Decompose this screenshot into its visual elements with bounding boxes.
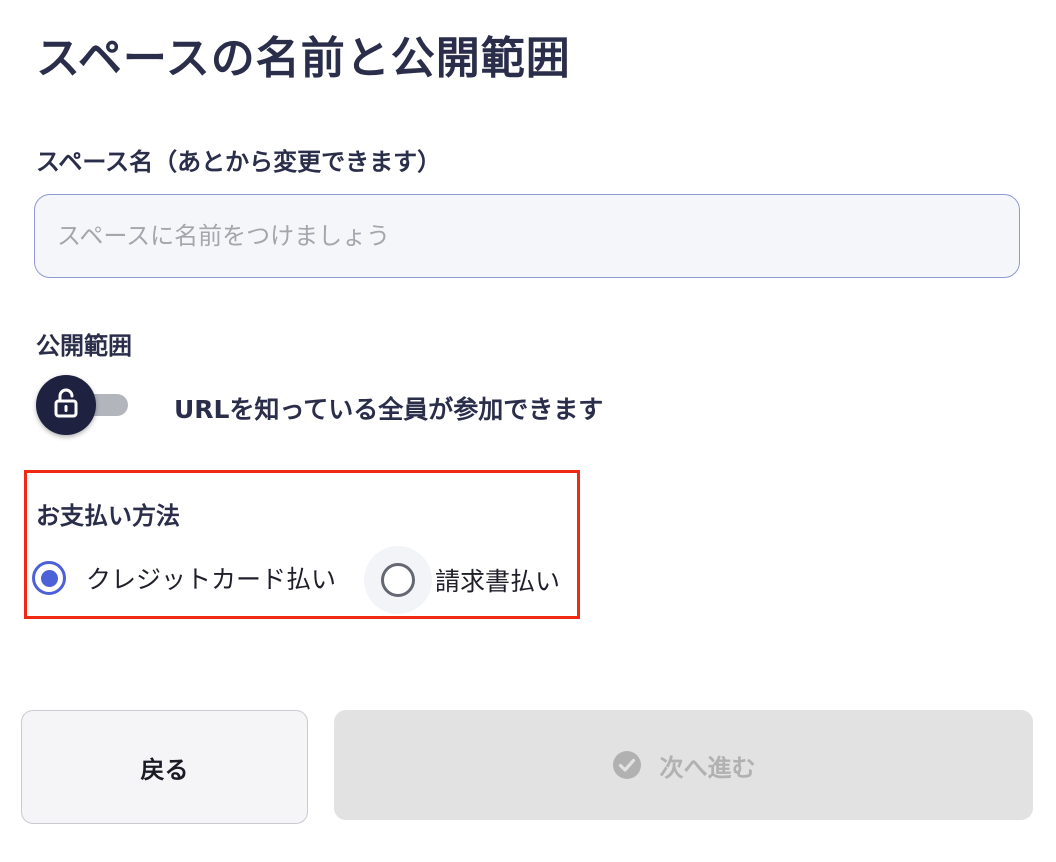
- radio-button-credit-card[interactable]: [32, 561, 66, 595]
- radio-option-invoice[interactable]: 請求書払い: [364, 546, 560, 614]
- page-title: スペースの名前と公開範囲: [36, 33, 571, 84]
- check-circle-icon: [612, 750, 642, 780]
- next-button-label: 次へ進む: [659, 753, 756, 782]
- radio-option-credit-card[interactable]: クレジットカード払い: [32, 560, 336, 596]
- toggle-knob[interactable]: [36, 375, 96, 435]
- next-button[interactable]: 次へ進む: [334, 710, 1033, 820]
- unlocked-padlock-icon: [53, 388, 79, 422]
- space-name-input[interactable]: [34, 194, 1020, 278]
- radio-hover-halo: [364, 546, 432, 614]
- radio-label-credit-card[interactable]: クレジットカード払い: [86, 560, 336, 596]
- back-button[interactable]: 戻る: [21, 710, 308, 824]
- visibility-label: 公開範囲: [36, 332, 132, 360]
- space-name-label: スペース名（あとから変更できます）: [36, 148, 442, 176]
- create-space-page: スペースの名前と公開範囲 スペース名（あとから変更できます） 公開範囲 URLを…: [0, 0, 1056, 862]
- radio-label-invoice[interactable]: 請求書払い: [435, 562, 560, 598]
- payment-method-label: お支払い方法: [36, 502, 180, 530]
- radio-button-invoice[interactable]: [381, 563, 415, 597]
- radio-selected-dot: [40, 569, 58, 587]
- visibility-description: URLを知っている全員が参加できます: [174, 395, 604, 424]
